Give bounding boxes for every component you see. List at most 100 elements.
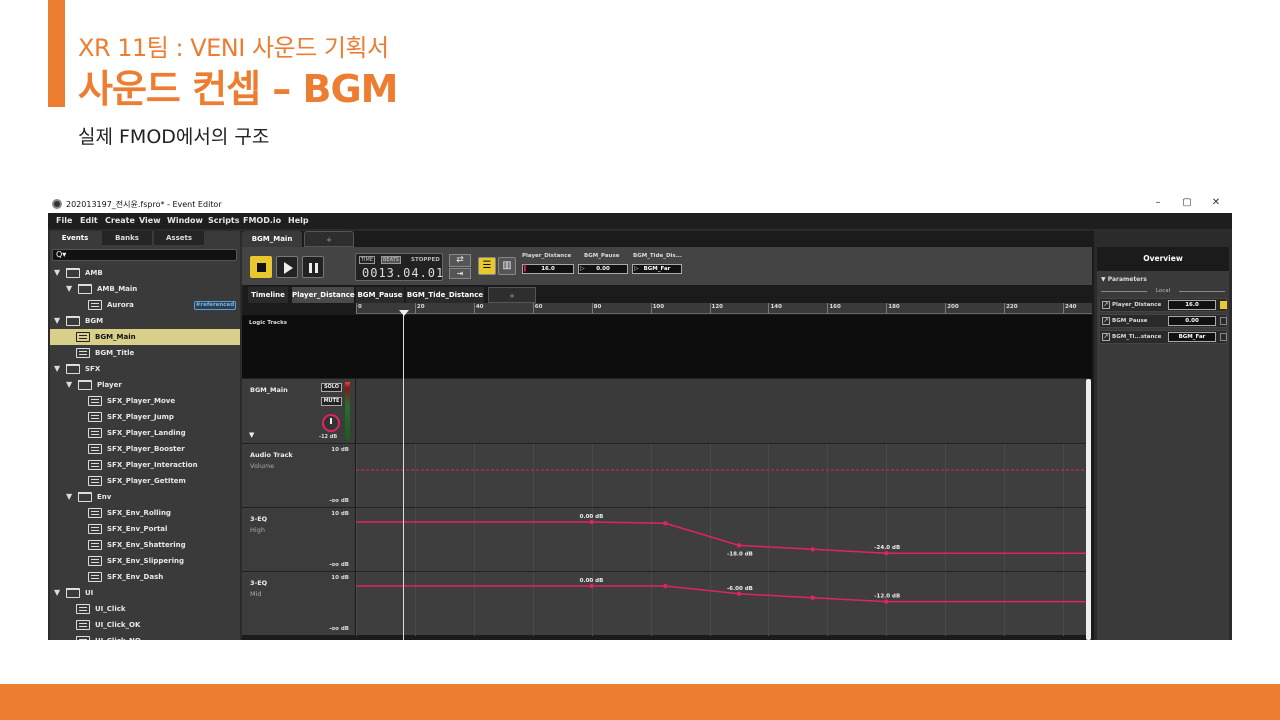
vertical-scrollbar[interactable]: [1086, 379, 1091, 640]
pause-button[interactable]: [302, 256, 324, 278]
browser-search-input[interactable]: Q▾: [52, 249, 237, 261]
menu-file[interactable]: File: [56, 216, 72, 225]
header-param-player-distance[interactable]: ▍ 16.0: [522, 264, 574, 274]
event-item[interactable]: UI_Click: [50, 601, 240, 617]
event-item[interactable]: UI_Click_NO: [50, 633, 240, 640]
mute-button[interactable]: MUTE: [321, 397, 342, 406]
event-item[interactable]: SFX_Env_Rolling: [50, 505, 240, 521]
automation-track-header[interactable]: Audio Track Volume 10 dB -oo dB: [242, 443, 355, 507]
event-item[interactable]: SFX_Env_Shattering: [50, 537, 240, 553]
parameter-flag[interactable]: [1220, 317, 1227, 325]
automation-point[interactable]: [884, 551, 889, 556]
folder-item[interactable]: ▼ SFX: [50, 361, 240, 377]
expand-arrow-icon[interactable]: ▼: [66, 380, 72, 389]
parameter-value-field[interactable]: BGM_Far: [1168, 332, 1216, 342]
parameters-section[interactable]: ▼ Parameters: [1101, 276, 1147, 283]
automation-point[interactable]: [663, 521, 668, 526]
parameter-value-field[interactable]: 16.0: [1168, 300, 1216, 310]
grid-view-button[interactable]: ▥: [498, 257, 516, 275]
automation-point[interactable]: [736, 591, 742, 596]
event-item[interactable]: SFX_Player_Move: [50, 393, 240, 409]
follow-playback-button[interactable]: ⇥: [449, 268, 471, 279]
automation-point[interactable]: [736, 543, 742, 548]
menu-fmodio[interactable]: FMOD.io: [243, 216, 281, 225]
event-item[interactable]: SFX_Env_Dash: [50, 569, 240, 585]
folder-item[interactable]: ▼ Env: [50, 489, 240, 505]
expand-arrow-icon[interactable]: ▼: [66, 492, 72, 501]
automation-point[interactable]: [884, 599, 889, 604]
playhead-marker-icon[interactable]: [399, 310, 410, 316]
close-button[interactable]: ✕: [1202, 197, 1230, 211]
tab-player-distance[interactable]: Player_Distance: [292, 287, 355, 303]
stop-button[interactable]: [250, 256, 272, 278]
event-item[interactable]: SFX_Player_Landing: [50, 425, 240, 441]
menu-create[interactable]: Create: [105, 216, 135, 225]
overview-parameter-row[interactable]: ↗ BGM_Pause 0.00: [1099, 314, 1227, 328]
restore-button[interactable]: ▢: [1173, 197, 1201, 211]
event-item[interactable]: UI_Click_OK: [50, 617, 240, 633]
loop-button[interactable]: ⇄: [449, 254, 471, 267]
add-event-tab-button[interactable]: +: [304, 231, 354, 247]
beats-mode-toggle[interactable]: BEATS: [381, 256, 401, 264]
automation-curve[interactable]: [356, 585, 1086, 603]
automation-point[interactable]: [589, 519, 594, 525]
automation-point[interactable]: [589, 583, 594, 589]
event-item[interactable]: SFX_Player_GetItem: [50, 473, 240, 489]
automation-lane[interactable]: [356, 443, 1086, 508]
tab-bgm-tide-distance[interactable]: BGM_Tide_Distance: [406, 287, 484, 303]
overview-parameter-row[interactable]: ↗ BGM_Ti...stance BGM_Far: [1099, 330, 1227, 344]
menu-window[interactable]: Window: [167, 216, 203, 225]
master-track-lane[interactable]: [356, 378, 1086, 443]
folder-item[interactable]: ▼ Player: [50, 377, 240, 393]
event-item[interactable]: SFX_Player_Interaction: [50, 457, 240, 473]
event-item[interactable]: SFX_Player_Jump: [50, 409, 240, 425]
overview-parameter-row[interactable]: ↗ Player_Distance 16.0: [1099, 298, 1227, 312]
menu-help[interactable]: Help: [288, 216, 309, 225]
add-parameter-tab-button[interactable]: +: [488, 287, 536, 303]
automation-point[interactable]: [663, 583, 668, 589]
parameter-value-field[interactable]: 0.00: [1168, 316, 1216, 326]
tab-banks[interactable]: Banks: [102, 231, 152, 245]
folder-item[interactable]: ▼ AMB_Main: [50, 281, 240, 297]
expand-arrow-icon[interactable]: ▼: [54, 588, 60, 597]
parameter-flag[interactable]: [1220, 301, 1227, 309]
automation-lane[interactable]: 0.00 dB -18.0 dB -24.0 dB: [356, 507, 1086, 572]
time-mode-toggle[interactable]: TIME: [359, 256, 376, 264]
menu-scripts[interactable]: Scripts: [208, 216, 240, 225]
header-param-bgm-tide-distance[interactable]: ▷ BGM_Far: [632, 264, 682, 274]
tab-assets[interactable]: Assets: [154, 231, 204, 245]
menu-view[interactable]: View: [139, 216, 161, 225]
play-button[interactable]: [276, 256, 298, 278]
menu-edit[interactable]: Edit: [80, 216, 98, 225]
tab-bgm-pause[interactable]: BGM_Pause: [356, 287, 404, 303]
solo-button[interactable]: SOLO: [321, 383, 342, 392]
expand-arrow-icon[interactable]: ▼: [54, 268, 60, 277]
automation-curve[interactable]: [356, 521, 1086, 554]
volume-knob[interactable]: [322, 414, 340, 432]
tab-timeline[interactable]: Timeline: [248, 287, 288, 303]
minimize-button[interactable]: –: [1144, 197, 1172, 211]
parameter-ruler[interactable]: 0 20 40 60 80 100 120 140 160 180 200 220 240: [356, 303, 1092, 314]
playhead[interactable]: [403, 311, 405, 640]
automation-lane[interactable]: 0.00 dB -6.00 dB -12.0 dB: [356, 571, 1086, 636]
folder-item[interactable]: ▼ AMB: [50, 265, 240, 281]
automation-track-header[interactable]: 3-EQ High 10 dB -oo dB: [242, 507, 355, 571]
automation-track-header[interactable]: 3-EQ Mid 10 dB -oo dB: [242, 571, 355, 635]
header-param-bgm-pause[interactable]: ▷ 0.00: [578, 264, 628, 274]
event-item[interactable]: BGM_Main: [50, 329, 240, 345]
parameter-flag[interactable]: [1220, 333, 1227, 341]
automation-point[interactable]: [810, 547, 815, 552]
event-item[interactable]: Aurora #referenced: [50, 297, 240, 313]
expand-arrow-icon[interactable]: ▼: [54, 364, 60, 373]
event-item[interactable]: SFX_Player_Booster: [50, 441, 240, 457]
automation-point[interactable]: [810, 595, 815, 600]
list-view-button[interactable]: ☰: [478, 257, 496, 275]
event-item[interactable]: BGM_Title: [50, 345, 240, 361]
master-track-header[interactable]: BGM_Main SOLO MUTE -12 dB ▼: [242, 378, 355, 443]
event-item[interactable]: SFX_Env_Slippering: [50, 553, 240, 569]
expand-arrow-icon[interactable]: ▼: [66, 284, 72, 293]
expand-icon[interactable]: ▼: [249, 431, 254, 439]
tab-events[interactable]: Events: [50, 231, 100, 245]
tab-bgm-main[interactable]: BGM_Main: [242, 231, 302, 247]
folder-item[interactable]: ▼ BGM: [50, 313, 240, 329]
